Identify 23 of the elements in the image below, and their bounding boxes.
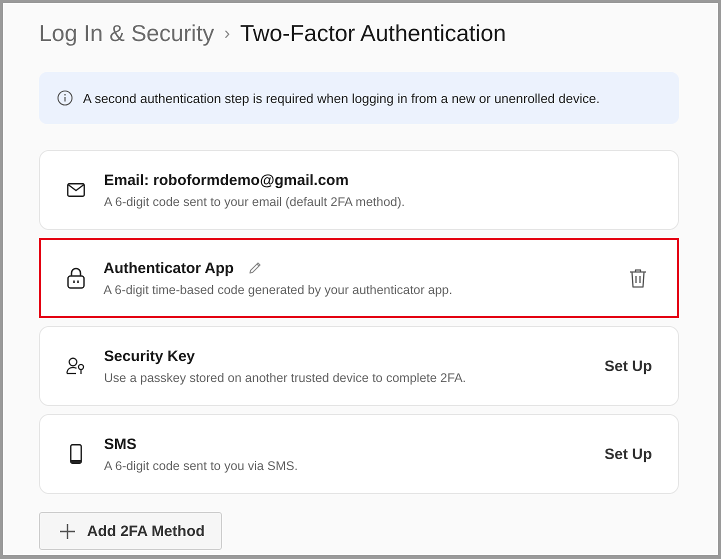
phone-icon bbox=[70, 444, 82, 464]
set-up-button[interactable]: Set Up bbox=[604, 442, 652, 466]
info-icon bbox=[57, 90, 73, 106]
plus-icon bbox=[60, 524, 75, 538]
method-description: Use a passkey stored on another trusted device to complete 2FA. bbox=[104, 370, 468, 384]
breadcrumb-link[interactable]: Log In & Security bbox=[39, 20, 214, 46]
method-title: Authenticator App bbox=[104, 260, 234, 276]
method-title: SMS bbox=[104, 436, 137, 452]
method-title: Security Key bbox=[104, 348, 195, 364]
breadcrumb-separator: › bbox=[224, 22, 230, 44]
padlock-icon bbox=[66, 267, 84, 289]
set-up-button[interactable]: Set Up bbox=[604, 354, 652, 378]
method-description: A 6-digit code sent to you via SMS. bbox=[104, 458, 299, 472]
edit-icon[interactable] bbox=[248, 261, 262, 275]
delete-icon[interactable] bbox=[629, 268, 647, 288]
method-description: A 6-digit time-based code generated by your authenticator app. bbox=[104, 282, 454, 296]
method-title: Email: roboformdemo@gmail.com bbox=[104, 172, 349, 188]
person-key-icon bbox=[66, 357, 86, 375]
envelope-icon bbox=[67, 183, 85, 197]
info-text: A second authentication step is required when logging in from a new or unenrolled device. bbox=[83, 90, 600, 106]
page-title: Two-Factor Authentication bbox=[240, 20, 506, 46]
method-description: A 6-digit code sent to your email (default 2FA method). bbox=[104, 194, 406, 208]
add-method-button[interactable]: Add 2FA Method bbox=[39, 512, 222, 550]
